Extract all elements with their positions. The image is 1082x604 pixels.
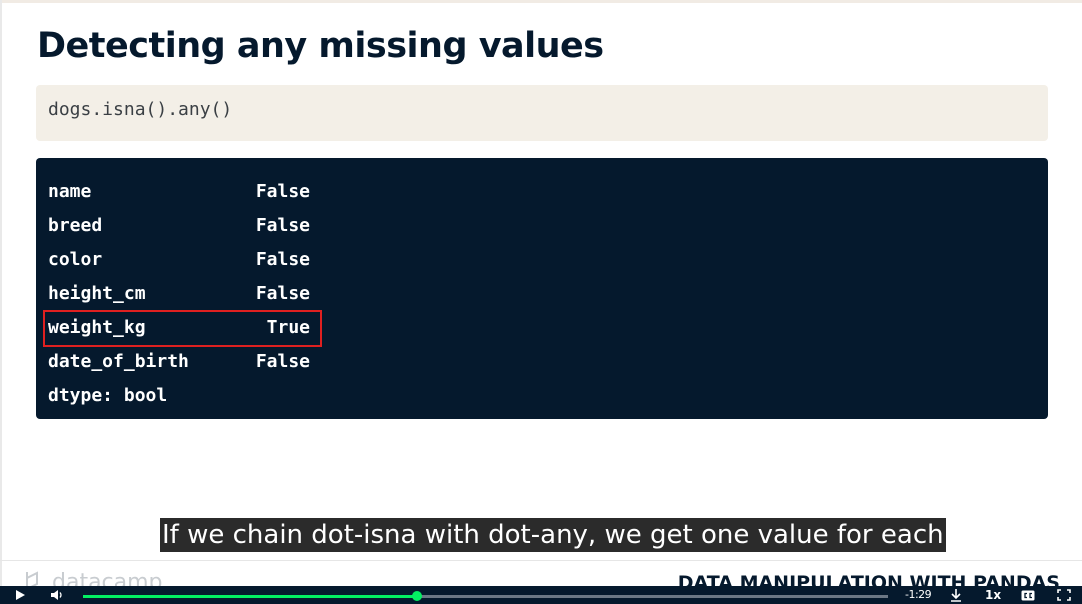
output-key: height_cm bbox=[48, 282, 146, 304]
output-row: name False bbox=[48, 174, 1036, 208]
volume-icon bbox=[51, 590, 62, 600]
course-title: DATA MANIPULATION WITH PANDAS bbox=[677, 572, 1060, 586]
output-key: date_of_birth bbox=[48, 350, 189, 372]
output-value: False bbox=[255, 282, 310, 304]
highlight-box bbox=[43, 310, 322, 347]
download-icon bbox=[951, 589, 961, 602]
output-key: breed bbox=[48, 214, 103, 236]
seek-bar[interactable] bbox=[83, 591, 888, 601]
output-row: height_cm False bbox=[48, 276, 1036, 310]
slide-title: Detecting any missing values bbox=[37, 26, 604, 66]
footer-divider bbox=[0, 560, 1082, 561]
captions-button[interactable] bbox=[1020, 587, 1036, 603]
playback-speed-button[interactable]: 1x bbox=[985, 588, 1001, 602]
volume-button[interactable] bbox=[48, 587, 66, 603]
output-row: breed False bbox=[48, 208, 1036, 242]
captions-icon bbox=[1021, 590, 1035, 600]
output-value: False bbox=[255, 350, 310, 372]
output-dtype-line: dtype: bool bbox=[48, 378, 1036, 412]
fullscreen-icon bbox=[1057, 589, 1071, 601]
subtitle-caption: If we chain dot-isna with dot-any, we ge… bbox=[160, 518, 946, 552]
left-border bbox=[0, 0, 2, 604]
output-value: False bbox=[255, 214, 310, 236]
play-icon bbox=[16, 590, 25, 600]
output-value: False bbox=[255, 248, 310, 270]
output-row: color False bbox=[48, 242, 1036, 276]
seek-progress bbox=[83, 595, 418, 598]
dtype-text: dtype: bool bbox=[48, 384, 168, 406]
output-key: name bbox=[48, 180, 92, 202]
video-player-controls: -1:29 1x bbox=[0, 586, 1082, 604]
play-button[interactable] bbox=[12, 587, 28, 603]
code-input-block: dogs.isna().any() bbox=[36, 85, 1048, 141]
fullscreen-button[interactable] bbox=[1056, 587, 1072, 603]
time-remaining: -1:29 bbox=[905, 588, 932, 601]
code-output-block: name False breed False color False heigh… bbox=[36, 158, 1048, 419]
output-key: color bbox=[48, 248, 103, 270]
output-row: date_of_birth False bbox=[48, 344, 1036, 378]
output-value: False bbox=[255, 180, 310, 202]
download-button[interactable] bbox=[948, 587, 964, 603]
top-border bbox=[0, 0, 1082, 3]
seek-handle[interactable] bbox=[412, 591, 423, 601]
